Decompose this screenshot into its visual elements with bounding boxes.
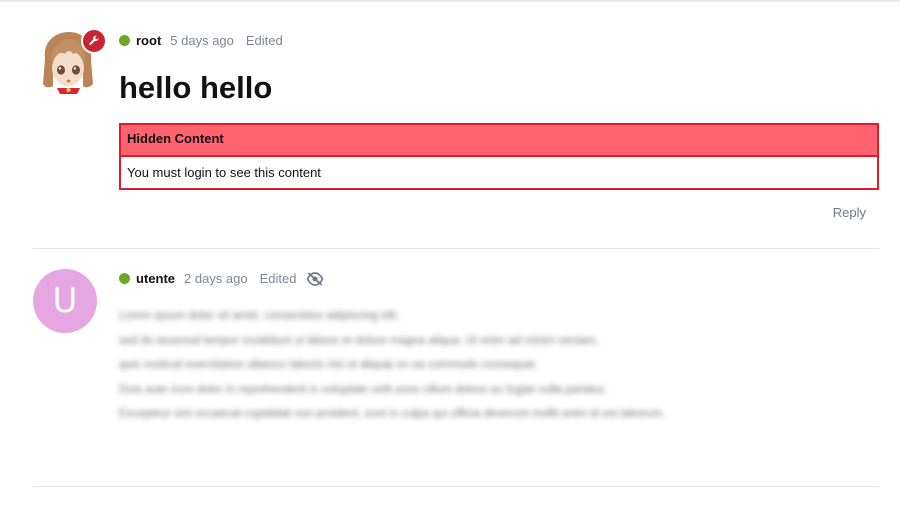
top-divider <box>0 0 900 2</box>
post-root: root 5 days ago Edited hello hello Hidde… <box>33 26 879 249</box>
username-link[interactable]: utente <box>136 271 175 286</box>
wrench-icon <box>89 35 99 45</box>
edited-indicator[interactable]: Edited <box>260 271 297 286</box>
edited-indicator[interactable]: Edited <box>246 33 283 48</box>
post-meta: utente 2 days ago Edited <box>119 271 324 286</box>
post-meta: root 5 days ago Edited <box>119 33 293 48</box>
post-timestamp[interactable]: 2 days ago <box>184 271 248 286</box>
hidden-content-heading: Hidden Content <box>121 125 877 157</box>
eye-off-icon <box>306 271 324 286</box>
online-status-icon <box>119 35 130 46</box>
post-utente: U utente 2 days ago Edited Lorem ipsum d… <box>33 264 879 487</box>
online-status-icon <box>119 273 130 284</box>
username-link[interactable]: root <box>136 33 161 48</box>
hidden-content-box: Hidden Content You must login to see thi… <box>119 123 879 190</box>
post-title: hello hello <box>119 70 273 105</box>
moderator-badge <box>81 28 107 54</box>
post-timestamp[interactable]: 5 days ago <box>170 33 234 48</box>
reply-button[interactable]: Reply <box>833 205 866 220</box>
blurred-line: Lorem ipsum dolor sit amet, consectetur … <box>119 310 399 322</box>
blurred-post-content: Lorem ipsum dolor sit amet, consectetur … <box>119 304 665 427</box>
avatar[interactable]: U <box>33 269 97 333</box>
hidden-content-message: You must login to see this content <box>121 157 877 188</box>
blurred-line: quis nostrud exercitation ullamco labori… <box>119 359 538 371</box>
blurred-line: sed do eiusmod tempor incididunt ut labo… <box>119 334 599 347</box>
blurred-line: Duis aute irure dolor in reprehenderit i… <box>119 383 607 396</box>
blurred-line: Excepteur sint occaecat cupidatat non pr… <box>119 408 666 420</box>
